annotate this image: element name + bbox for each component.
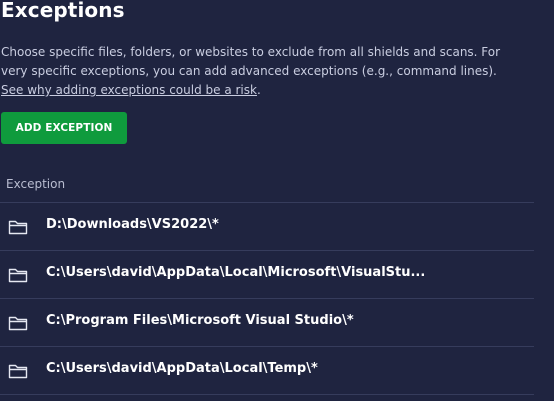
description-line-1: Choose specific files, folders, or websi…	[1, 45, 501, 59]
risk-help-link[interactable]: See why adding exceptions could be a ris…	[1, 83, 257, 97]
folder-icon	[8, 220, 28, 235]
exception-path: C:\Program Files\Microsoft Visual Studio…	[46, 313, 354, 328]
page-description: Choose specific files, folders, or websi…	[1, 43, 551, 100]
description-line-2: very specific exceptions, you can add ad…	[1, 64, 497, 78]
exception-row-partial	[0, 394, 534, 401]
help-link-suffix: .	[256, 83, 261, 97]
folder-icon	[8, 268, 28, 283]
exception-path: D:\Downloads\VS2022\*	[46, 217, 219, 232]
folder-icon	[8, 364, 28, 379]
page-title: Exceptions	[1, 0, 125, 22]
exception-row[interactable]: C:\Users\david\AppData\Local\Temp\*	[0, 346, 534, 394]
exception-row[interactable]: C:\Users\david\AppData\Local\Microsoft\V…	[0, 250, 534, 298]
exceptions-list: D:\Downloads\VS2022\* C:\Users\david\App…	[0, 202, 534, 401]
description-line-3: See why adding exceptions could be a ris…	[1, 81, 551, 100]
exception-path: C:\Users\david\AppData\Local\Microsoft\V…	[46, 265, 426, 280]
exception-row[interactable]: C:\Program Files\Microsoft Visual Studio…	[0, 298, 534, 346]
exception-row[interactable]: D:\Downloads\VS2022\*	[0, 202, 534, 250]
exception-path: C:\Users\david\AppData\Local\Temp\*	[46, 361, 318, 376]
add-exception-button[interactable]: ADD EXCEPTION	[1, 112, 127, 144]
column-header-exception: Exception	[6, 177, 66, 191]
folder-icon	[8, 316, 28, 331]
exceptions-page: Exceptions Choose specific files, folder…	[0, 0, 554, 401]
